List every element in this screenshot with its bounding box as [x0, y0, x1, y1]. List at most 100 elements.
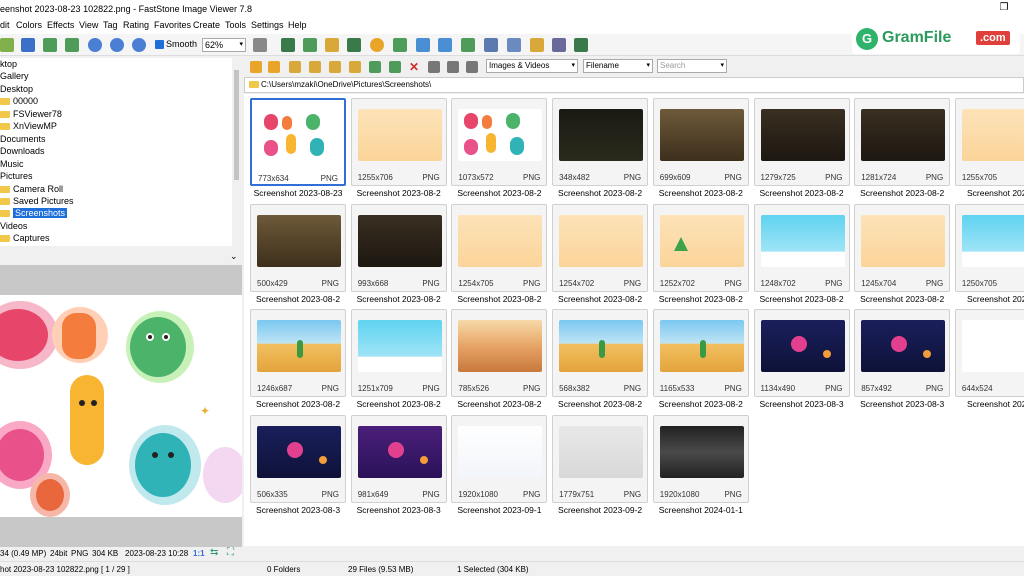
menu-view[interactable]: View: [79, 20, 98, 30]
new-folder-icon[interactable]: [329, 61, 341, 73]
tree-item-gallery[interactable]: Gallery: [0, 71, 29, 81]
fit-window-icon[interactable]: ⇆: [210, 547, 220, 558]
smooth-checkbox[interactable]: [155, 40, 164, 49]
thumbnail-item[interactable]: 1248x702 PNG Screenshot 2023-08-2: [753, 203, 850, 306]
actual-size-view-icon[interactable]: ⛶: [227, 547, 237, 558]
scanner-icon[interactable]: [552, 38, 566, 52]
compare-icon[interactable]: [303, 38, 317, 52]
draw-icon[interactable]: [507, 38, 521, 52]
view-details-icon[interactable]: [447, 61, 459, 73]
tree-item-desktop[interactable]: Desktop: [0, 84, 33, 94]
open-icon[interactable]: [0, 38, 14, 52]
refresh-icon[interactable]: [349, 61, 361, 73]
tree-item-pictures[interactable]: Pictures: [0, 171, 33, 181]
resize-icon[interactable]: [347, 38, 361, 52]
thumbnail-item[interactable]: 348x482 PNG Screenshot 2023-08-2: [552, 98, 649, 200]
effects-icon[interactable]: [370, 38, 384, 52]
thumbnail-item[interactable]: 1245x704 PNG Screenshot 2023-08-2: [854, 203, 951, 306]
thumbnail-item[interactable]: 699x609 PNG Screenshot 2023-08-2: [652, 98, 749, 200]
copy-to-icon[interactable]: [389, 61, 401, 73]
menu-effects[interactable]: Effects: [47, 20, 74, 30]
save-icon[interactable]: [21, 38, 35, 52]
thumbnail-item[interactable]: 1255x705PNG Screenshot 2023-0: [954, 98, 1024, 200]
tree-item-saved-pictures[interactable]: Saved Pictures: [0, 196, 74, 206]
tree-item-xnviewmp[interactable]: XnViewMP: [0, 121, 57, 131]
thumbnail-item[interactable]: 506x335 PNG Screenshot 2023-08-3: [250, 414, 346, 517]
tree-item-music[interactable]: Music: [0, 159, 24, 169]
tree-item-fsviewer78[interactable]: FSViewer78: [0, 109, 62, 119]
zoom-out-icon[interactable]: [110, 38, 124, 52]
sort-select[interactable]: Filename ▾: [583, 59, 653, 73]
menu-settings[interactable]: Settings: [251, 20, 284, 30]
menu-tools[interactable]: Tools: [225, 20, 246, 30]
tree-item-desktop-top[interactable]: ktop: [0, 59, 17, 69]
tree-item-camera-roll[interactable]: Camera Roll: [0, 184, 63, 194]
thumbnail-item[interactable]: 1134x490 PNG Screenshot 2023-08-3: [753, 309, 850, 411]
zoom-select[interactable]: 62% ▾: [202, 38, 246, 52]
chevron-down-icon[interactable]: ⌄: [230, 251, 238, 262]
hand-tool-icon[interactable]: [253, 38, 267, 52]
thumbnail-item[interactable]: 1281x724 PNG Screenshot 2023-08-2: [854, 98, 951, 200]
tree-item-captures[interactable]: Captures: [0, 233, 50, 243]
panel-splitter[interactable]: ⌄: [0, 250, 242, 264]
thumbnail-item[interactable]: 993x668 PNG Screenshot 2023-08-2: [350, 203, 447, 306]
thumbnail-item[interactable]: 1255x706 PNG Screenshot 2023-08-2: [350, 98, 447, 200]
tree-item-screenshots[interactable]: Screenshots: [0, 208, 68, 218]
thumbnail-item[interactable]: 1250x705PNGScreenshot 2023-0: [954, 203, 1024, 306]
menu-edit[interactable]: dit: [0, 20, 10, 30]
settings-icon[interactable]: [574, 38, 588, 52]
thumbnail-item[interactable]: 1279x725 PNG Screenshot 2023-08-2: [753, 98, 850, 200]
thumbnail-item[interactable]: 568x382 PNG Screenshot 2023-08-2: [552, 309, 649, 411]
thumbnail-item[interactable]: 1073x572 PNG Screenshot 2023-08-2: [451, 98, 548, 200]
tree-item-videos[interactable]: Videos: [0, 221, 27, 231]
slideshow-icon[interactable]: [281, 38, 295, 52]
thumbnail-item[interactable]: 1165x533 PNG Screenshot 2023-08-2: [652, 309, 749, 411]
thumbnail-item[interactable]: 1251x709 PNG Screenshot 2023-08-2: [350, 309, 447, 411]
view-thumbs-icon[interactable]: [428, 61, 440, 73]
filter-select[interactable]: Images & Videos ▾: [486, 59, 578, 73]
wallpaper-icon[interactable]: [530, 38, 544, 52]
menu-rating[interactable]: Rating: [123, 20, 149, 30]
address-bar[interactable]: C:\Users\mzaki\OneDrive\Pictures\Screens…: [244, 77, 1024, 93]
move-icon[interactable]: [369, 61, 381, 73]
thumbnail-item[interactable]: 1920x1080 PNG Screenshot 2023-09-1: [451, 414, 548, 517]
thumbnail-item[interactable]: 1254x705 PNG Screenshot 2023-08-2: [451, 203, 548, 306]
thumbnail-item[interactable]: 1252x702 PNG Screenshot 2023-08-2: [652, 203, 749, 306]
thumbnail-item[interactable]: 857x492 PNG Screenshot 2023-08-3: [854, 309, 951, 411]
rotate-right-icon[interactable]: [438, 38, 452, 52]
folder-up-icon[interactable]: [289, 61, 301, 73]
menu-tag[interactable]: Tag: [103, 20, 118, 30]
actual-size-icon[interactable]: [132, 38, 146, 52]
menu-colors[interactable]: Colors: [16, 20, 42, 30]
thumbnail-item[interactable]: 1246x687 PNG Screenshot 2023-08-2: [250, 309, 346, 411]
menu-create[interactable]: Create: [193, 20, 220, 30]
email-icon[interactable]: [325, 38, 339, 52]
copy-icon[interactable]: [65, 38, 79, 52]
crop-icon[interactable]: [461, 38, 475, 52]
thumbnail-item[interactable]: 785x526 PNG Screenshot 2023-08-2: [451, 309, 548, 411]
thumbnail-item[interactable]: 1779x751 PNG Screenshot 2023-09-2: [552, 414, 649, 517]
tree-item-downloads[interactable]: Downloads: [0, 146, 45, 156]
thumbnail-item[interactable]: 773x634 PNG Screenshot 2023-08-23: [250, 98, 346, 200]
search-input[interactable]: Search ▾: [657, 59, 727, 73]
menu-favorites[interactable]: Favorites: [154, 20, 191, 30]
view-list-icon[interactable]: [466, 61, 478, 73]
rotate-left-icon[interactable]: [416, 38, 430, 52]
print-icon[interactable]: [43, 38, 57, 52]
thumbnail-item[interactable]: 500x429 PNG Screenshot 2023-08-2: [250, 203, 346, 306]
tree-item-documents[interactable]: Documents: [0, 134, 46, 144]
zoom-in-icon[interactable]: [88, 38, 102, 52]
menu-help[interactable]: Help: [288, 20, 307, 30]
thumbnail-item[interactable]: 1920x1080 PNG Screenshot 2024-01-1: [652, 414, 749, 517]
thumbnail-item[interactable]: 1254x702 PNG Screenshot 2023-08-2: [552, 203, 649, 306]
forward-icon[interactable]: [268, 61, 280, 73]
color-adjust-icon[interactable]: [393, 38, 407, 52]
tree-scroll-thumb[interactable]: [234, 70, 239, 180]
tree-item-00000[interactable]: 00000: [0, 96, 38, 106]
fullscreen-icon[interactable]: [484, 38, 498, 52]
favorite-folder-icon[interactable]: [309, 61, 321, 73]
thumbnail-item[interactable]: 981x649 PNG Screenshot 2023-08-3: [350, 414, 447, 517]
thumbnail-item[interactable]: 644x524PNG Screenshot 2023-0: [954, 309, 1024, 411]
delete-icon[interactable]: ✕: [408, 61, 420, 73]
maximize-icon[interactable]: ❐: [998, 2, 1010, 14]
